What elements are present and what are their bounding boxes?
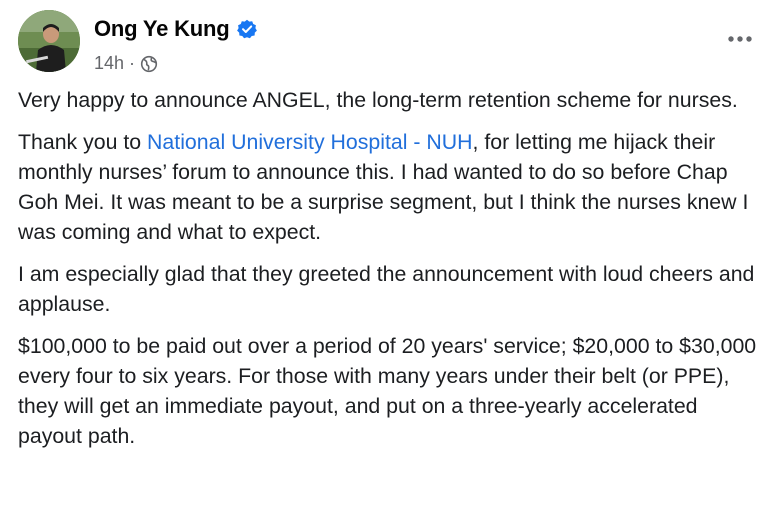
avatar-image bbox=[18, 10, 80, 72]
author-name[interactable]: Ong Ye Kung bbox=[94, 16, 230, 42]
more-options-icon bbox=[728, 36, 752, 42]
page-mention-link[interactable]: National University Hospital - NUH bbox=[147, 130, 472, 154]
more-options-button[interactable] bbox=[722, 24, 758, 54]
post-header: Ong Ye Kung 14h · bbox=[18, 10, 768, 76]
post-paragraph-2: Thank you to National University Hospita… bbox=[18, 127, 763, 247]
paragraph-2-intro: Thank you to bbox=[18, 130, 148, 154]
verified-badge-icon bbox=[236, 19, 257, 39]
avatar[interactable] bbox=[18, 10, 80, 72]
post-body: Very happy to announce ANGEL, the long-t… bbox=[18, 85, 763, 463]
post-paragraph-1: Very happy to announce ANGEL, the long-t… bbox=[18, 88, 738, 112]
meta-separator: · bbox=[129, 53, 136, 73]
author-row: Ong Ye Kung bbox=[94, 16, 257, 42]
post-paragraph-3: I am especially glad that they greeted t… bbox=[18, 262, 755, 316]
globe-icon[interactable] bbox=[140, 55, 158, 73]
post-meta: 14h · bbox=[94, 53, 158, 74]
post-paragraph-4: $100,000 to be paid out over a period of… bbox=[18, 334, 757, 448]
post-timestamp[interactable]: 14h bbox=[94, 53, 124, 74]
